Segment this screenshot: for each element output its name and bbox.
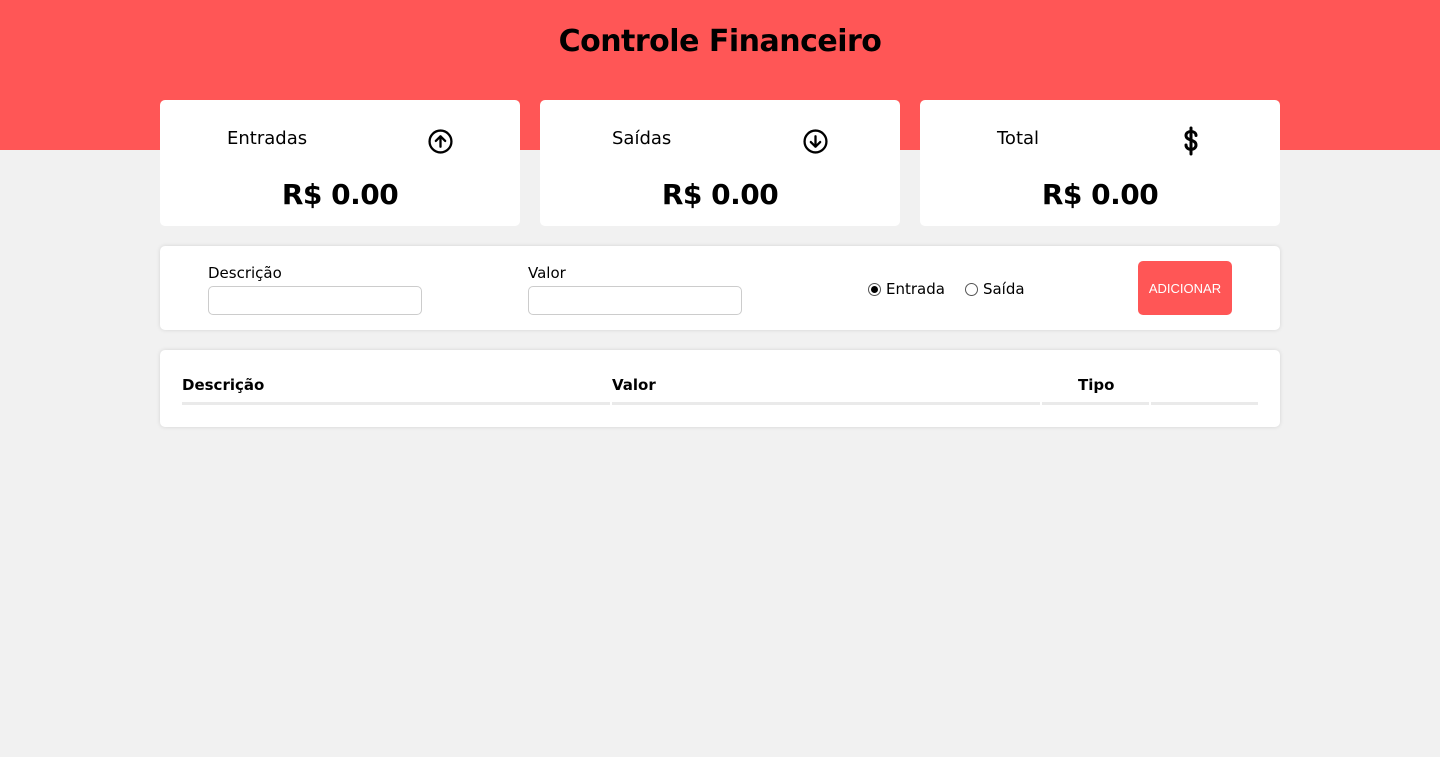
card-label: Total [997, 128, 1040, 149]
type-radio-group: Entrada Saída [868, 280, 1045, 298]
description-input[interactable] [208, 286, 422, 315]
arrow-down-circle-icon [803, 129, 828, 158]
form-panel: Descrição Valor Entrada Saída ADICIONAR [160, 246, 1280, 330]
radio-saida[interactable]: Saída [964, 280, 1025, 298]
card-saidas: Saídas R$ 0.00 [540, 100, 900, 226]
transactions-table: Descrição Valor Tipo [160, 350, 1280, 427]
column-divider [612, 402, 1040, 405]
radio-entrada-label: Entrada [886, 280, 945, 298]
radio-saida-button[interactable] [964, 282, 978, 296]
card-amount: R$ 0.00 [661, 178, 779, 211]
dollar-icon [1183, 126, 1199, 160]
value-label: Valor [528, 264, 566, 282]
column-header-type: Tipo [1078, 376, 1115, 394]
radio-entrada-button[interactable] [868, 282, 881, 296]
card-amount: R$ 0.00 [1041, 178, 1159, 211]
description-label: Descrição [208, 264, 282, 282]
add-button[interactable]: ADICIONAR [1138, 261, 1232, 315]
column-divider [182, 402, 610, 405]
page-title: Controle Financeiro [558, 24, 882, 59]
column-divider [1151, 402, 1258, 405]
column-divider [1042, 402, 1149, 405]
card-label: Saídas [612, 128, 672, 149]
radio-saida-label: Saída [982, 280, 1025, 298]
radio-entrada[interactable]: Entrada [868, 280, 945, 298]
card-amount: R$ 0.00 [281, 178, 399, 211]
arrow-up-circle-icon [428, 129, 453, 158]
column-header-value: Valor [612, 376, 656, 394]
column-header-description: Descrição [182, 376, 265, 394]
card-label: Entradas [227, 128, 308, 149]
card-entradas: Entradas R$ 0.00 [160, 100, 520, 226]
value-input[interactable] [528, 286, 742, 315]
card-total: Total R$ 0.00 [920, 100, 1280, 226]
